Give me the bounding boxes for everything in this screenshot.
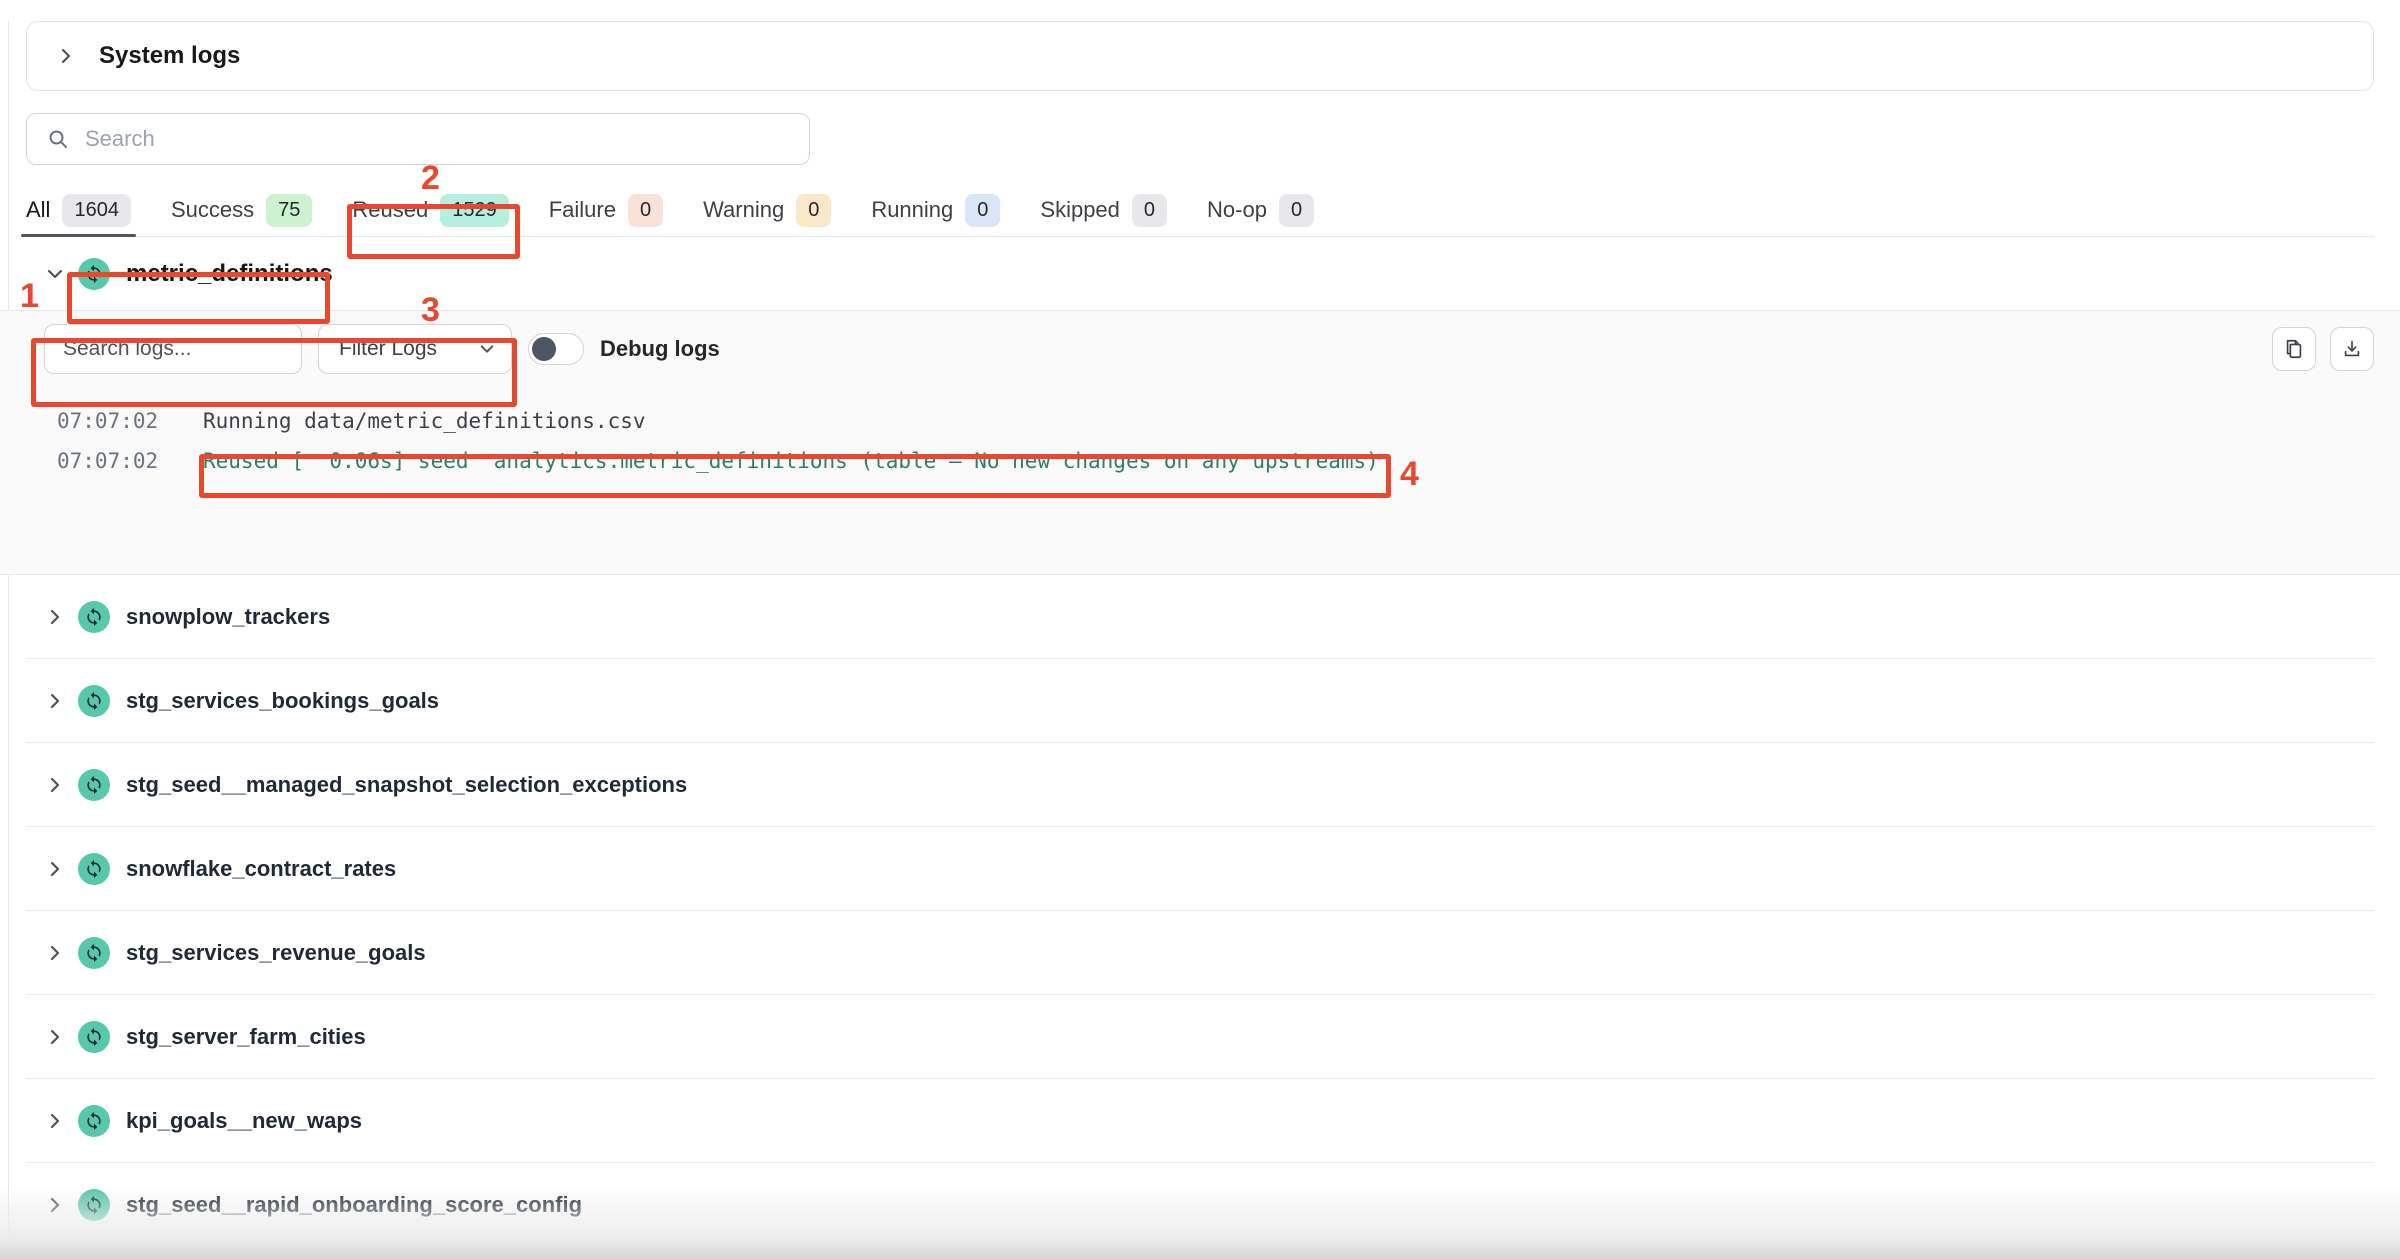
log-panel: Filter Logs Debug logs 07:07:02 Running … — [0, 310, 2400, 575]
status-tab[interactable]: Running 0 — [871, 184, 1000, 236]
debug-logs-label: Debug logs — [600, 336, 720, 362]
download-logs-button[interactable] — [2330, 327, 2374, 371]
status-tab[interactable]: Skipped 0 — [1040, 184, 1167, 236]
debug-logs-toggle[interactable] — [528, 333, 584, 365]
status-tab[interactable]: Warning 0 — [703, 184, 831, 236]
log-toolbar: Filter Logs Debug logs — [26, 324, 2374, 374]
chevron-right-icon[interactable] — [46, 944, 64, 962]
log-actions — [2272, 327, 2374, 371]
tab-label: Success — [171, 197, 254, 223]
status-tab[interactable]: Success 75 — [171, 184, 312, 236]
global-search — [26, 113, 810, 165]
tab-count-badge: 0 — [796, 194, 831, 227]
log-lines: 07:07:02 Running data/metric_definitions… — [26, 401, 2374, 481]
copy-icon — [2283, 338, 2305, 360]
sync-icon — [84, 1027, 104, 1047]
sync-icon — [84, 607, 104, 627]
sync-status-badge — [78, 853, 110, 885]
collapsed-node-label: snowflake_contract_rates — [126, 856, 396, 882]
search-icon — [47, 128, 69, 150]
collapsed-node-row[interactable]: stg_services_revenue_goals — [26, 911, 2374, 995]
status-tab[interactable]: No-op 0 — [1207, 184, 1314, 236]
collapsed-node-row[interactable]: stg_services_bookings_goals — [26, 659, 2374, 743]
tab-label: Warning — [703, 197, 784, 223]
log-timestamp: 07:07:02 — [26, 409, 203, 433]
tab-count-badge: 75 — [266, 194, 312, 227]
collapsed-node-row[interactable]: stg_server_farm_cities — [26, 995, 2374, 1079]
search-input[interactable] — [83, 125, 789, 153]
log-message: Running data/metric_definitions.csv — [203, 409, 646, 433]
chevron-right-icon — [57, 47, 75, 65]
status-tab[interactable]: All 1604 — [26, 184, 131, 236]
sync-status-badge — [78, 258, 110, 290]
copy-logs-button[interactable] — [2272, 327, 2316, 371]
sync-icon — [84, 1111, 104, 1131]
collapsed-node-row[interactable]: kpi_goals__new_waps — [26, 1079, 2374, 1163]
log-message: Reused [ 0.06s] seed analytics.metric_de… — [203, 449, 1379, 473]
filter-logs-label: Filter Logs — [339, 337, 437, 361]
tab-label: No-op — [1207, 197, 1267, 223]
tab-label: All — [26, 197, 50, 223]
collapsed-node-label: stg_services_bookings_goals — [126, 688, 439, 714]
log-line: 07:07:02 Reused [ 0.06s] seed analytics.… — [26, 441, 2374, 481]
collapsed-node-label: stg_server_farm_cities — [126, 1024, 366, 1050]
chevron-right-icon[interactable] — [46, 1028, 64, 1046]
sync-status-badge — [78, 601, 110, 633]
sync-icon — [84, 1195, 104, 1215]
sync-icon — [84, 943, 104, 963]
status-tab[interactable]: Failure 0 — [549, 184, 663, 236]
collapsed-node-label: kpi_goals__new_waps — [126, 1108, 362, 1134]
collapsed-node-row[interactable]: stg_seed__rapid_onboarding_score_config — [26, 1163, 2374, 1247]
chevron-down-icon[interactable] — [46, 265, 64, 283]
expanded-node-row[interactable]: metric_definitions — [26, 237, 2374, 310]
system-logs-header[interactable]: System logs — [26, 21, 2374, 91]
node-list: snowplow_trackers stg_services_bookings_… — [26, 575, 2374, 1247]
collapsed-node-label: stg_seed__rapid_onboarding_score_config — [126, 1192, 582, 1218]
sync-status-badge — [78, 685, 110, 717]
tab-count-badge: 0 — [1279, 194, 1314, 227]
log-line: 07:07:02 Running data/metric_definitions… — [26, 401, 2374, 441]
status-tabs: All 1604 Success 75 Reused 1529 Failure … — [26, 184, 2374, 237]
sync-status-badge — [78, 1105, 110, 1137]
sync-status-badge — [78, 769, 110, 801]
system-logs-title: System logs — [99, 42, 240, 70]
tab-label: Running — [871, 197, 953, 223]
filter-logs-dropdown[interactable]: Filter Logs — [318, 324, 512, 374]
tab-label: Failure — [549, 197, 616, 223]
tab-count-badge: 0 — [628, 194, 663, 227]
tab-label: Reused — [352, 197, 428, 223]
tab-count-badge: 1604 — [62, 194, 131, 227]
tab-count-badge: 1529 — [440, 194, 509, 227]
sync-icon — [84, 691, 104, 711]
chevron-right-icon[interactable] — [46, 1112, 64, 1130]
tab-label: Skipped — [1040, 197, 1120, 223]
tab-count-badge: 0 — [965, 194, 1000, 227]
sync-status-badge — [78, 1021, 110, 1053]
collapsed-node-label: snowplow_trackers — [126, 604, 330, 630]
status-tab[interactable]: Reused 1529 — [352, 184, 508, 236]
toggle-knob — [532, 337, 556, 361]
download-icon — [2341, 338, 2363, 360]
chevron-right-icon[interactable] — [46, 608, 64, 626]
sync-status-badge — [78, 937, 110, 969]
collapsed-node-label: stg_seed__managed_snapshot_selection_exc… — [126, 772, 687, 798]
chevron-right-icon[interactable] — [46, 860, 64, 878]
main-content: System logs All 1604 Success 75 Reused 1… — [0, 21, 2400, 1247]
chevron-right-icon[interactable] — [46, 1196, 64, 1214]
sync-icon — [84, 264, 104, 284]
tab-count-badge: 0 — [1132, 194, 1167, 227]
search-logs-input[interactable] — [44, 324, 302, 374]
collapsed-node-row[interactable]: snowflake_contract_rates — [26, 827, 2374, 911]
chevron-right-icon[interactable] — [46, 776, 64, 794]
sync-status-badge — [78, 1189, 110, 1221]
chevron-down-icon — [479, 341, 495, 357]
chevron-right-icon[interactable] — [46, 692, 64, 710]
sync-icon — [84, 859, 104, 879]
expanded-node-label: metric_definitions — [126, 260, 333, 288]
log-timestamp: 07:07:02 — [26, 449, 203, 473]
sync-icon — [84, 775, 104, 795]
collapsed-node-row[interactable]: stg_seed__managed_snapshot_selection_exc… — [26, 743, 2374, 827]
collapsed-node-label: stg_services_revenue_goals — [126, 940, 426, 966]
collapsed-node-row[interactable]: snowplow_trackers — [26, 575, 2374, 659]
